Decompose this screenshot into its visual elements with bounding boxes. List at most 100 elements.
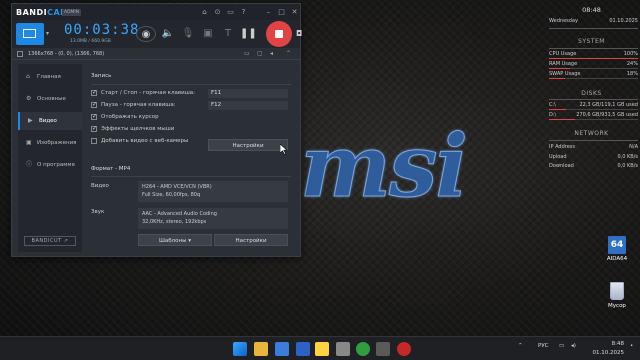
speaker-small-icon[interactable]: ◂ — [270, 50, 273, 57]
speaker-icon[interactable]: 🔈 — [160, 26, 176, 42]
ip-label: IP Address — [549, 144, 575, 150]
app-icon[interactable] — [336, 342, 350, 356]
bandicut-button[interactable]: BANDICUT ↗ — [24, 236, 76, 246]
hotkey-start-checkbox[interactable] — [91, 89, 97, 96]
swap-label: SWAP Usage — [549, 71, 581, 77]
aida64-icon: 64 — [608, 236, 626, 254]
taskbar-clock[interactable]: 8:48 01.10.2025 — [593, 340, 625, 358]
templates-button[interactable]: Шаблоны ▾ — [138, 234, 212, 246]
windows-start-icon[interactable] — [233, 342, 247, 356]
record-stop-button[interactable] — [266, 21, 292, 47]
text-icon[interactable]: T — [220, 26, 236, 42]
cpu-value: 100% — [623, 51, 638, 57]
mic-icon[interactable]: 🎙 — [180, 26, 196, 42]
audio-params: 32,0KHz, stereo, 192kbps — [142, 219, 207, 225]
ram-label: RAM Usage — [549, 61, 578, 67]
file-explorer-icon[interactable] — [254, 342, 268, 356]
audio-label: Звук — [91, 209, 105, 215]
disk-d-bar — [549, 119, 638, 120]
sidebar: ⌂ Главная ⚙ Основные ▶ Видео ▣ Изображения ⓘ… — [18, 64, 82, 252]
ip-row: IP Address N/A — [549, 144, 638, 152]
bandicam-taskbar-icon[interactable] — [397, 342, 411, 356]
close-icon[interactable]: ✕ — [290, 8, 299, 17]
download-row: Download 0,0 KB/s — [549, 163, 638, 171]
widget-date-row: Wednesday 01.10.2025 — [549, 18, 638, 26]
language-indicator[interactable]: РУС — [538, 343, 549, 349]
sidebar-item-home[interactable]: ⌂ Главная — [18, 68, 82, 86]
system-monitor-widget: 08:48 Wednesday 01.10.2025 SYSTEM CPU Us… — [545, 3, 638, 171]
pause-button[interactable]: ❚❚ — [240, 26, 257, 42]
home-icon: ⌂ — [26, 73, 30, 80]
screen-mode-button[interactable] — [16, 23, 44, 45]
video-label: Видео — [91, 183, 109, 189]
webcam-overlay-checkbox[interactable] — [91, 138, 97, 144]
lock-icon[interactable]: ⊙ — [213, 8, 222, 17]
widget-time: 08:48 — [582, 6, 601, 14]
help-icon[interactable]: ? — [239, 8, 248, 17]
sidebar-item-general[interactable]: ⚙ Основные — [18, 90, 82, 108]
widget-date: 01.10.2025 — [609, 18, 638, 24]
video-icon: ▶ — [28, 117, 33, 124]
taskbar: ⌃ РУС ▭ ◂) 8:48 01.10.2025 • — [0, 336, 640, 360]
gear-icon: ⚙ — [26, 95, 32, 102]
admin-badge: ADMIN — [62, 9, 82, 16]
desktop-icon-aida64[interactable]: 64 AIDA64 — [599, 236, 635, 262]
image-icon: ▣ — [26, 139, 32, 146]
hotkey-start-field[interactable]: F11 — [208, 89, 288, 98]
divider — [549, 48, 638, 49]
click-effects-checkbox[interactable] — [91, 125, 97, 132]
minimize-icon[interactable]: – — [264, 8, 273, 17]
show-cursor-checkbox[interactable] — [91, 113, 97, 120]
desktop-icon-recycle-bin[interactable]: Мусор — [599, 282, 635, 309]
disks-title: DISKS — [581, 90, 602, 97]
region-checkbox[interactable] — [17, 51, 23, 57]
app-icon[interactable] — [315, 342, 329, 356]
webcam-icon[interactable]: ▣ — [200, 26, 216, 42]
swap-bar — [549, 78, 638, 79]
record-toolbar: ▾ 00:03:38 13.0MB / 660.9GB ◉ 🔈 🎙 ▣ T ❚❚… — [12, 20, 302, 48]
resolution-label: 1366x768 - (0, 0), (1366, 768) — [28, 51, 105, 57]
cpu-label: CPU Usage — [549, 51, 577, 57]
tray-chevron-icon[interactable]: ⌃ — [518, 343, 523, 349]
upload-value: 0,0 KB/s — [617, 154, 638, 160]
sidebar-item-images[interactable]: ▣ Изображения — [18, 134, 82, 152]
screenshot-camera-icon[interactable]: ◘ — [296, 29, 302, 38]
cpu-bar — [549, 58, 638, 59]
bandicam-logo: BANDICAM — [16, 8, 69, 17]
window-icon[interactable]: ▢ — [257, 50, 263, 57]
upload-row: Upload 0,0 KB/s — [549, 154, 638, 162]
collapse-icon[interactable]: ⌃ — [286, 50, 291, 57]
file-size: 13.0MB / 660.9GB — [70, 39, 111, 44]
recycle-bin-label: Мусор — [608, 303, 626, 309]
taskbar-date: 01.10.2025 — [592, 350, 625, 356]
video-settings-panel: Запись Старт / Стоп - горячая клавиша: F… — [86, 64, 298, 254]
webcam-overlay-button[interactable]: ◉ — [136, 26, 156, 42]
video-codec-box: H264 - AMD VCE/VCN (VBR) Full Size, 60,0… — [138, 181, 288, 202]
app-icon[interactable] — [296, 342, 310, 356]
hotkey-pause-field[interactable]: F12 — [208, 101, 288, 110]
recycle-bin-icon — [610, 282, 624, 300]
format-settings-button[interactable]: Настройки — [214, 234, 288, 246]
xbox-icon[interactable] — [356, 342, 370, 356]
notifications-icon[interactable]: • — [630, 343, 633, 349]
audio-codec: AAC - Advanced Audio Coding — [142, 211, 217, 217]
widget-day: Wednesday — [549, 18, 578, 24]
folder-icon[interactable]: ▭ — [226, 8, 235, 17]
monitor-icon[interactable]: ▭ — [244, 50, 250, 57]
app-icon[interactable] — [376, 342, 390, 356]
hotkey-pause-checkbox[interactable] — [91, 101, 97, 108]
chevron-down-icon[interactable]: ▾ — [46, 30, 49, 37]
maximize-icon[interactable]: □ — [277, 8, 286, 17]
disk-d-label: D:\ — [549, 112, 557, 118]
sidebar-item-about[interactable]: ⓘ О программе — [18, 156, 82, 174]
title-bar: BANDICAM ADMIN ⌂ ⊙ ▭ ? – □ ✕ — [12, 4, 300, 20]
volume-icon[interactable]: ◂) — [571, 343, 576, 349]
store-icon[interactable] — [275, 342, 289, 356]
video-codec: H264 - AMD VCE/VCN (VBR) — [142, 184, 212, 190]
download-label: Download — [549, 163, 574, 169]
sidebar-item-video[interactable]: ▶ Видео — [18, 112, 82, 130]
record-settings-button[interactable]: Настройки — [208, 139, 288, 151]
network-icon[interactable]: ▭ — [559, 343, 564, 349]
home-icon[interactable]: ⌂ — [200, 8, 209, 17]
chevron-down-icon: ▾ — [188, 238, 191, 244]
